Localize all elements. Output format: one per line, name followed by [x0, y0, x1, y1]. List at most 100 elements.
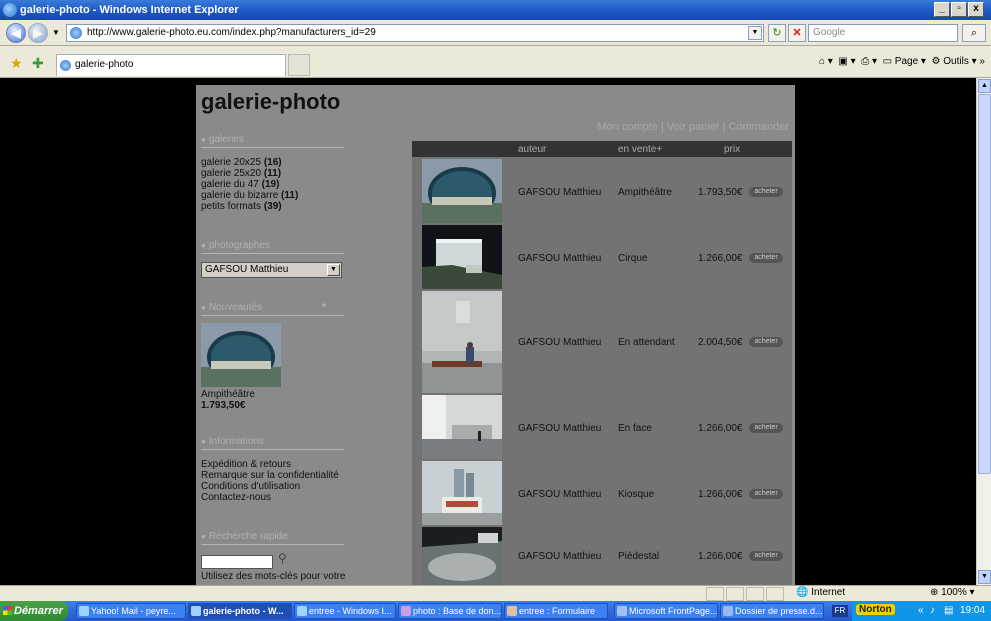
- minimize-button[interactable]: _: [934, 2, 950, 17]
- product-author[interactable]: GAFSOU Matthieu: [518, 489, 601, 500]
- info-link-contact[interactable]: Contactez-nous: [201, 492, 339, 503]
- favorites-star-icon[interactable]: ★: [10, 55, 23, 72]
- product-thumbnail[interactable]: [422, 527, 502, 585]
- account-links[interactable]: Mon compte | Voir panier | Commander: [597, 121, 789, 133]
- product-title[interactable]: En face: [618, 423, 652, 434]
- info-link-terms[interactable]: Conditions d'utilisation: [201, 481, 339, 492]
- column-title[interactable]: en vente+: [618, 144, 662, 155]
- buy-button[interactable]: acheter: [749, 551, 783, 561]
- command-bar: ⌂ ▾ ▣ ▾ ⎙ ▾ ▭ Page ▾ ⚙ Outils ▾ »: [818, 56, 985, 67]
- word-icon: [723, 606, 733, 616]
- news-arrow-icon[interactable]: ►: [321, 302, 328, 309]
- product-list: auteur en vente+ prix GAFSOU Matthieu Am…: [412, 141, 792, 585]
- taskbar-item[interactable]: Microsoft FrontPage...: [614, 603, 718, 619]
- product-title[interactable]: En attendant: [618, 337, 675, 348]
- home-icon[interactable]: ⌂ ▾: [819, 56, 833, 67]
- info-link-privacy[interactable]: Remarque sur la confidentialité: [201, 470, 339, 481]
- search-input[interactable]: Google: [808, 24, 958, 42]
- add-favorite-icon[interactable]: ✚: [32, 55, 44, 72]
- taskbar-item[interactable]: Yahoo! Mail - peyre...: [76, 603, 186, 619]
- network-icon[interactable]: ▤: [944, 605, 953, 616]
- tools-menu-label: Outils: [943, 56, 969, 67]
- taskbar-item[interactable]: entree - Windows I...: [294, 603, 396, 619]
- search-go-icon[interactable]: ⌕: [962, 24, 986, 42]
- history-dropdown-icon[interactable]: ▼: [52, 28, 60, 37]
- product-row: GAFSOU Matthieu En attendant 2.004,50€ a…: [412, 291, 792, 393]
- gallery-link[interactable]: galerie du bizarre (11): [201, 190, 298, 201]
- buy-button[interactable]: acheter: [749, 423, 783, 433]
- zoom-level[interactable]: ⊕ 100% ▾: [930, 587, 975, 598]
- gallery-count: (11): [281, 190, 299, 201]
- buy-button[interactable]: acheter: [749, 489, 783, 499]
- product-author[interactable]: GAFSOU Matthieu: [518, 253, 601, 264]
- refresh-button[interactable]: ↻: [768, 24, 786, 42]
- gallery-link[interactable]: galerie du 47 (19): [201, 179, 298, 190]
- norton-icon[interactable]: Norton: [856, 604, 895, 615]
- taskbar-item[interactable]: photo : Base de don...: [398, 603, 502, 619]
- product-author[interactable]: GAFSOU Matthieu: [518, 551, 601, 562]
- stop-button[interactable]: ✕: [788, 24, 806, 42]
- address-dropdown-icon[interactable]: ▼: [748, 26, 762, 40]
- print-icon[interactable]: ⎙ ▾: [861, 56, 877, 67]
- site-container: galerie-photo Mon compte | Voir panier |…: [196, 85, 795, 585]
- column-price[interactable]: prix: [724, 144, 740, 155]
- gallery-name: petits formats: [201, 201, 262, 212]
- tray-expand-icon[interactable]: «: [918, 605, 924, 616]
- feeds-icon[interactable]: ▣ ▾: [838, 56, 855, 67]
- taskbar-item[interactable]: entree : Formulaire: [504, 603, 608, 619]
- taskbar-item[interactable]: Dossier de presse.d...: [720, 603, 824, 619]
- product-author[interactable]: GAFSOU Matthieu: [518, 337, 601, 348]
- vertical-scrollbar[interactable]: ▲ ▼: [976, 78, 991, 585]
- product-author[interactable]: GAFSOU Matthieu: [518, 423, 601, 434]
- quick-search-input[interactable]: [201, 555, 273, 569]
- product-title[interactable]: Piédestal: [618, 551, 659, 562]
- volume-icon[interactable]: ♪: [930, 605, 935, 616]
- back-button[interactable]: ◀: [6, 23, 26, 43]
- gallery-link[interactable]: galerie 20x25 (16): [201, 157, 298, 168]
- taskbar-item-label: Dossier de presse.d...: [735, 606, 823, 616]
- security-zone[interactable]: 🌐 Internet: [796, 587, 845, 598]
- tab-galerie-photo[interactable]: galerie-photo: [56, 54, 286, 76]
- product-price: 2.004,50€: [698, 337, 743, 348]
- gallery-link[interactable]: galerie 25x20 (11): [201, 168, 298, 179]
- buy-button[interactable]: acheter: [749, 337, 783, 347]
- news-thumbnail[interactable]: [201, 323, 281, 387]
- new-tab-button[interactable]: [288, 54, 310, 76]
- page-menu[interactable]: ▭ Page ▾: [883, 56, 926, 67]
- column-author[interactable]: auteur: [518, 144, 546, 155]
- scroll-up-icon[interactable]: ▲: [978, 79, 991, 93]
- buy-button[interactable]: acheter: [749, 187, 783, 197]
- tools-menu[interactable]: ⚙ Outils ▾: [932, 56, 977, 67]
- close-button[interactable]: x: [968, 2, 984, 17]
- maximize-button[interactable]: ▫: [951, 2, 967, 17]
- product-thumbnail[interactable]: [422, 461, 502, 525]
- product-thumbnail[interactable]: [422, 225, 502, 289]
- product-row: GAFSOU Matthieu En face 1.266,00€ achete…: [412, 395, 792, 459]
- section-galleries-label: galeries: [208, 134, 244, 145]
- product-title[interactable]: Cirque: [618, 253, 647, 264]
- globe-icon: 🌐: [796, 587, 809, 598]
- clock[interactable]: 19:04: [960, 605, 985, 616]
- taskbar-item-active[interactable]: galerie-photo - W...: [188, 603, 292, 619]
- gallery-name: galerie du 47: [201, 179, 259, 190]
- language-indicator[interactable]: FR: [832, 605, 848, 617]
- status-cell: [726, 587, 744, 601]
- scroll-down-icon[interactable]: ▼: [978, 570, 991, 584]
- search-icon[interactable]: ⚲: [278, 551, 287, 565]
- start-button[interactable]: Démarrer: [0, 601, 68, 621]
- info-link-shipping[interactable]: Expédition & retours: [201, 459, 339, 470]
- buy-button[interactable]: acheter: [749, 253, 783, 263]
- photographer-select[interactable]: GAFSOU Matthieu ▼: [201, 262, 342, 278]
- product-thumbnail[interactable]: [422, 395, 502, 459]
- product-thumbnail[interactable]: [422, 159, 502, 223]
- scroll-thumb[interactable]: [978, 94, 991, 474]
- product-title[interactable]: Kiosque: [618, 489, 654, 500]
- product-title[interactable]: Ampithéâtre: [618, 187, 672, 198]
- address-input[interactable]: http://www.galerie-photo.eu.com/index.ph…: [66, 24, 764, 42]
- product-author[interactable]: GAFSOU Matthieu: [518, 187, 601, 198]
- gallery-link[interactable]: petits formats (39): [201, 201, 298, 212]
- product-thumbnail[interactable]: [422, 291, 502, 393]
- site-logo[interactable]: galerie-photo: [201, 89, 340, 115]
- news-item[interactable]: Ampithéâtre 1.793,50€: [201, 389, 255, 411]
- forward-button[interactable]: ▶: [28, 23, 48, 43]
